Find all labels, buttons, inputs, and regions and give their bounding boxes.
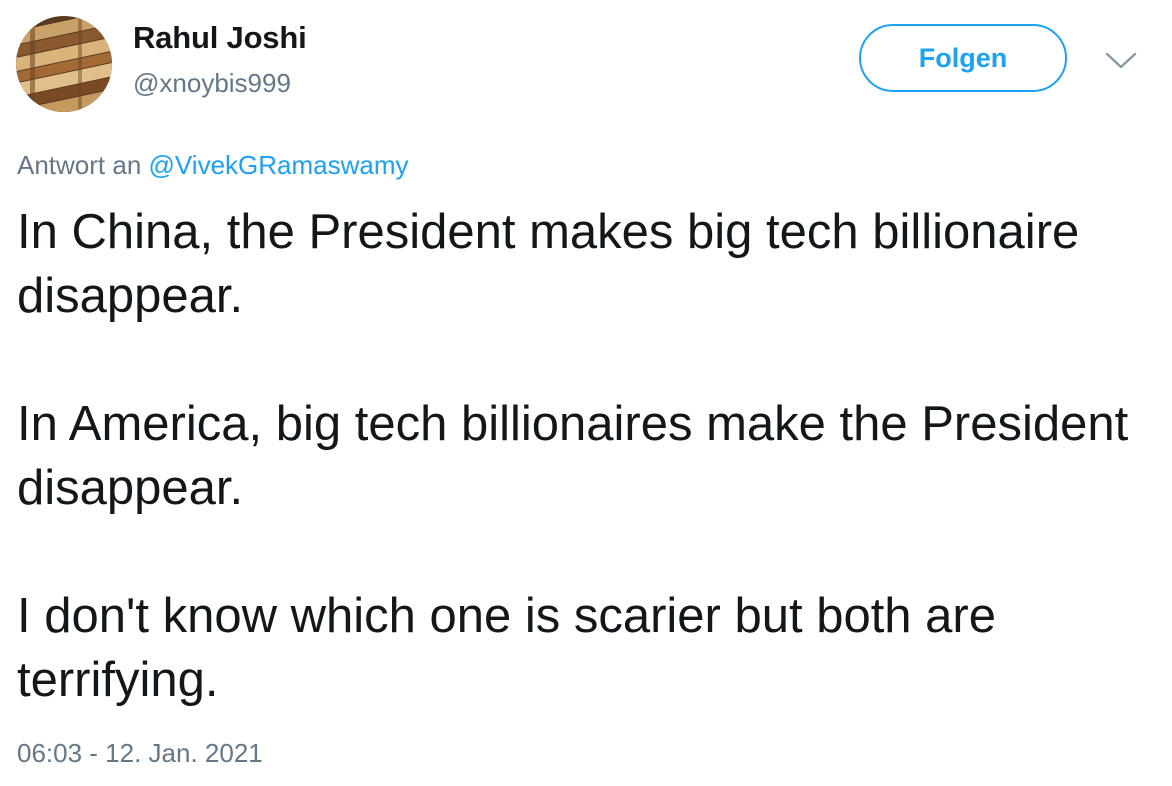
tweet-paragraph: In America, big tech billionaires make t… bbox=[17, 397, 1129, 515]
tweet-timestamp[interactable]: 06:03 - 12. Jan. 2021 bbox=[17, 738, 263, 769]
reply-context: Antwort an @VivekGRamaswamy bbox=[17, 150, 409, 181]
tweet-card: Rahul Joshi @xnoybis999 Folgen Antwort a… bbox=[0, 0, 1172, 786]
author-handle[interactable]: @xnoybis999 bbox=[133, 68, 291, 99]
author-display-name[interactable]: Rahul Joshi bbox=[133, 20, 307, 56]
tweet-text: In China, the President makes big tech b… bbox=[17, 200, 1147, 712]
avatar-image bbox=[16, 16, 112, 112]
follow-button[interactable]: Folgen bbox=[859, 24, 1067, 92]
tweet-paragraph: I don't know which one is scarier but bo… bbox=[17, 589, 996, 707]
reply-mention-link[interactable]: @VivekGRamaswamy bbox=[149, 150, 409, 180]
avatar[interactable] bbox=[16, 16, 112, 112]
reply-context-prefix: Antwort an bbox=[17, 150, 142, 180]
chevron-down-icon[interactable] bbox=[1104, 50, 1138, 72]
tweet-paragraph: In China, the President makes big tech b… bbox=[17, 205, 1080, 323]
